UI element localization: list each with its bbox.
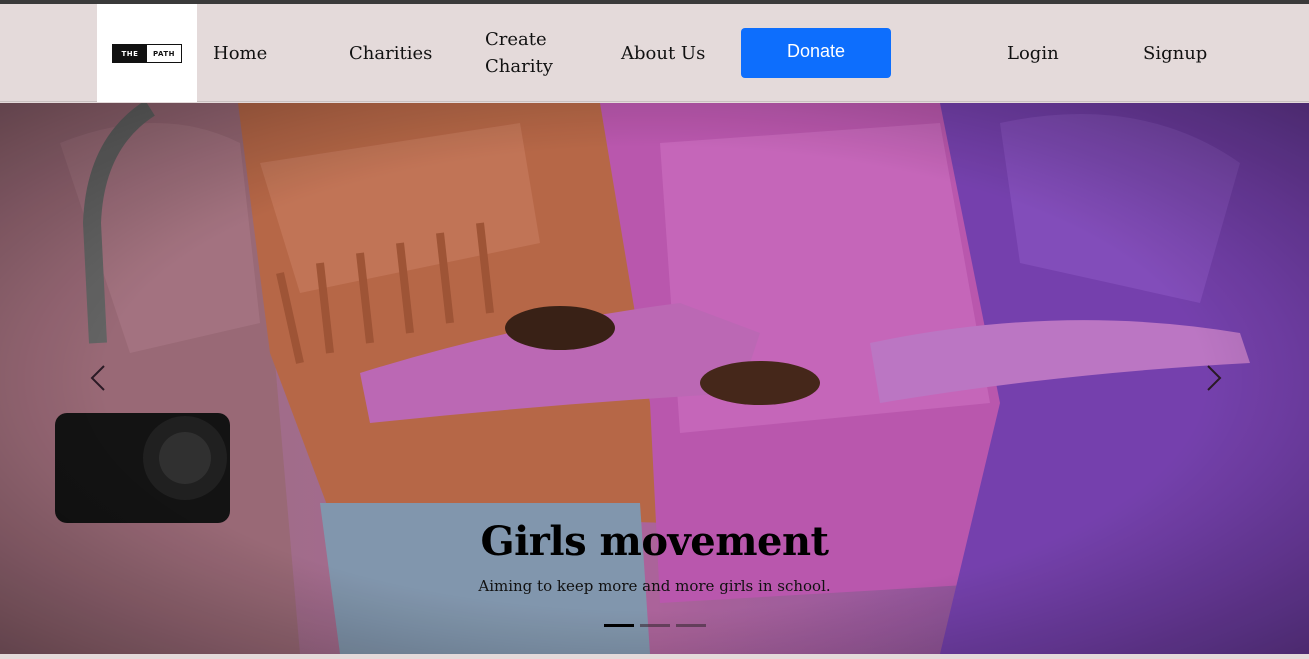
donate-button[interactable]: Donate [741,28,891,78]
carousel-indicators [604,624,706,627]
carousel-prev-button[interactable] [84,358,114,398]
navbar: THE PATH Home Charities Create Charity A… [0,4,1309,102]
hero-carousel: Girls movement Aiming to keep more and m… [0,103,1309,654]
brand-logo: THE PATH [112,44,182,63]
nav-charities-link[interactable]: Charities [349,40,432,67]
nav-signup-link[interactable]: Signup [1143,40,1207,67]
nav-home-link[interactable]: Home [213,40,267,67]
carousel-indicator[interactable] [676,624,706,627]
nav-create-charity-link[interactable]: Create Charity [485,26,575,80]
carousel-next-button[interactable] [1198,358,1228,398]
slide-subtitle: Aiming to keep more and more girls in sc… [478,577,831,595]
carousel-indicator[interactable] [604,624,634,627]
logo-right-text: PATH [147,45,181,62]
logo-left-text: THE [113,45,147,62]
hero-image [0,103,1309,654]
brand-logo-link[interactable]: THE PATH [97,4,197,102]
nav-login-link[interactable]: Login [1007,40,1059,67]
chevron-left-icon [90,365,105,391]
slide-title: Girls movement [480,518,829,565]
chevron-right-icon [1207,365,1222,391]
carousel-indicator[interactable] [640,624,670,627]
page-bottom-strip [0,654,1309,659]
nav-about-link[interactable]: About Us [621,40,705,67]
